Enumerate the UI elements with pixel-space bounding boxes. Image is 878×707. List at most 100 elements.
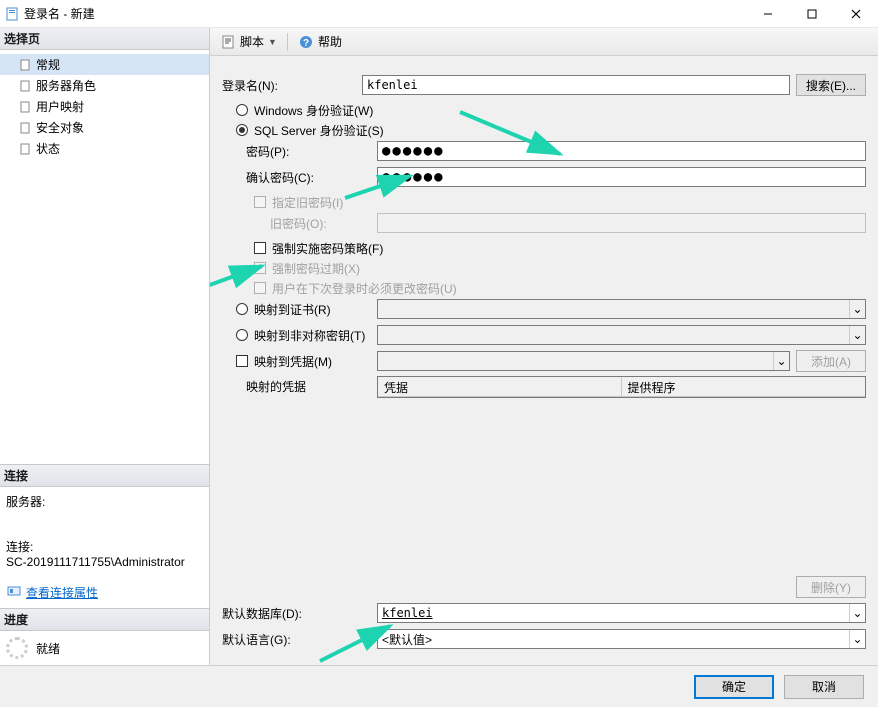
svg-text:?: ? bbox=[303, 38, 309, 49]
map-cred-combo: ⌄ bbox=[377, 351, 790, 371]
must-change-checkbox: 用户在下次登录时必须更改密码(U) bbox=[222, 278, 866, 298]
default-db-combo[interactable]: kfenlei ⌄ bbox=[377, 603, 866, 623]
map-cert-combo: ⌄ bbox=[377, 299, 866, 319]
enforce-expire-label: 强制密码过期(X) bbox=[272, 260, 360, 277]
page-icon bbox=[18, 58, 32, 72]
old-password-input bbox=[377, 213, 866, 233]
map-asym-radio[interactable]: 映射到非对称密钥(T) bbox=[222, 325, 377, 345]
sidebar-item-label: 安全对象 bbox=[36, 119, 84, 136]
toolbar: 脚本 ▼ ? 帮助 bbox=[210, 28, 878, 56]
sidebar-item-label: 状态 bbox=[36, 140, 60, 157]
chevron-down-icon: ⌄ bbox=[773, 352, 789, 370]
password-input[interactable]: ●●●●●● bbox=[377, 141, 866, 161]
login-name-input[interactable] bbox=[362, 75, 790, 95]
window-title: 登录名 - 新建 bbox=[24, 5, 95, 22]
sql-auth-radio[interactable]: SQL Server 身份验证(S) bbox=[222, 120, 866, 140]
sidebar-item-label: 用户映射 bbox=[36, 98, 84, 115]
sidebar-item-general[interactable]: 常规 bbox=[0, 54, 209, 75]
mapped-creds-label: 映射的凭据 bbox=[222, 376, 377, 395]
content-panel: 脚本 ▼ ? 帮助 登录名(N): 搜索(E)... Windows 身份验证(… bbox=[210, 28, 878, 665]
select-page-header: 选择页 bbox=[0, 28, 209, 50]
specify-old-password-checkbox[interactable]: 指定旧密码(I) bbox=[222, 192, 866, 212]
default-lang-combo[interactable]: <默认值> ⌄ bbox=[377, 629, 866, 649]
radio-icon bbox=[236, 303, 248, 315]
enforce-expire-checkbox: 强制密码过期(X) bbox=[222, 258, 866, 278]
grid-col-provider: 提供程序 bbox=[622, 377, 866, 396]
help-label: 帮助 bbox=[318, 33, 342, 50]
page-icon bbox=[18, 121, 32, 135]
map-cert-radio[interactable]: 映射到证书(R) bbox=[222, 299, 377, 319]
server-label: 服务器: bbox=[6, 493, 203, 510]
sidebar-item-label: 常规 bbox=[36, 56, 60, 73]
footer: 确定 取消 bbox=[0, 665, 878, 707]
sidebar-pages: 常规 服务器角色 用户映射 安全对象 状态 bbox=[0, 50, 209, 163]
chevron-down-icon[interactable]: ⌄ bbox=[849, 630, 865, 648]
progress-header: 进度 bbox=[0, 609, 209, 631]
sidebar-item-server-roles[interactable]: 服务器角色 bbox=[0, 75, 209, 96]
script-label: 脚本 bbox=[240, 33, 264, 50]
close-button[interactable] bbox=[834, 0, 878, 28]
toolbar-separator bbox=[287, 33, 288, 51]
old-password-label: 旧密码(O): bbox=[222, 215, 377, 232]
minimize-button[interactable] bbox=[746, 0, 790, 28]
titlebar: 登录名 - 新建 bbox=[0, 0, 878, 28]
help-button[interactable]: ? 帮助 bbox=[294, 31, 346, 52]
map-cred-checkbox[interactable]: 映射到凭据(M) bbox=[222, 351, 377, 371]
chevron-down-icon: ⌄ bbox=[849, 326, 865, 344]
must-change-label: 用户在下次登录时必须更改密码(U) bbox=[272, 280, 457, 297]
search-button[interactable]: 搜索(E)... bbox=[796, 74, 866, 96]
login-name-label: 登录名(N): bbox=[222, 77, 362, 94]
page-icon bbox=[18, 142, 32, 156]
ok-button[interactable]: 确定 bbox=[694, 675, 774, 699]
page-icon bbox=[18, 79, 32, 93]
sql-auth-label: SQL Server 身份验证(S) bbox=[254, 122, 384, 139]
connection-props-icon bbox=[6, 583, 22, 602]
enforce-policy-checkbox[interactable]: 强制实施密码策略(F) bbox=[222, 238, 866, 258]
checkbox-icon bbox=[254, 242, 266, 254]
add-button: 添加(A) bbox=[796, 350, 866, 372]
view-connection-props-link[interactable]: 查看连接属性 bbox=[26, 584, 98, 601]
sidebar-item-label: 服务器角色 bbox=[36, 77, 96, 94]
checkbox-icon bbox=[254, 196, 266, 208]
cancel-button[interactable]: 取消 bbox=[784, 675, 864, 699]
default-db-label: 默认数据库(D): bbox=[222, 605, 377, 622]
mapped-creds-grid: 凭据 提供程序 bbox=[377, 376, 866, 398]
default-lang-label: 默认语言(G): bbox=[222, 631, 377, 648]
default-db-value: kfenlei bbox=[382, 606, 433, 620]
map-cred-label: 映射到凭据(M) bbox=[254, 353, 332, 370]
status-text: 就绪 bbox=[36, 640, 60, 657]
specify-old-password-label: 指定旧密码(I) bbox=[272, 194, 343, 211]
script-button[interactable]: 脚本 ▼ bbox=[216, 31, 281, 52]
sidebar-item-user-mapping[interactable]: 用户映射 bbox=[0, 96, 209, 117]
app-icon bbox=[4, 6, 20, 22]
chevron-down-icon[interactable]: ⌄ bbox=[849, 604, 865, 622]
checkbox-icon bbox=[254, 282, 266, 294]
page-icon bbox=[18, 100, 32, 114]
radio-icon bbox=[236, 329, 248, 341]
enforce-policy-label: 强制实施密码策略(F) bbox=[272, 240, 383, 257]
server-value bbox=[6, 510, 203, 538]
windows-auth-radio[interactable]: Windows 身份验证(W) bbox=[222, 100, 866, 120]
confirm-password-label: 确认密码(C): bbox=[222, 169, 377, 186]
checkbox-icon bbox=[254, 262, 266, 274]
connection-value: SC-2019111711755\Administrator bbox=[6, 555, 203, 569]
map-asym-label: 映射到非对称密钥(T) bbox=[254, 327, 365, 344]
sidebar-item-status[interactable]: 状态 bbox=[0, 138, 209, 159]
confirm-password-input[interactable]: ●●●●●● bbox=[377, 167, 866, 187]
radio-icon bbox=[236, 124, 248, 136]
dropdown-caret-icon: ▼ bbox=[268, 37, 277, 47]
default-lang-value: <默认值> bbox=[382, 631, 432, 648]
checkbox-icon bbox=[236, 355, 248, 367]
connection-label: 连接: bbox=[6, 538, 203, 555]
remove-button: 删除(Y) bbox=[796, 576, 866, 598]
help-icon: ? bbox=[298, 34, 314, 50]
maximize-button[interactable] bbox=[790, 0, 834, 28]
radio-icon bbox=[236, 104, 248, 116]
windows-auth-label: Windows 身份验证(W) bbox=[254, 102, 373, 119]
grid-col-credential: 凭据 bbox=[378, 377, 622, 396]
spinner-icon bbox=[6, 637, 28, 659]
sidebar: 选择页 常规 服务器角色 用户映射 安全对象 状态 bbox=[0, 28, 210, 665]
sidebar-item-securables[interactable]: 安全对象 bbox=[0, 117, 209, 138]
chevron-down-icon: ⌄ bbox=[849, 300, 865, 318]
script-icon bbox=[220, 34, 236, 50]
